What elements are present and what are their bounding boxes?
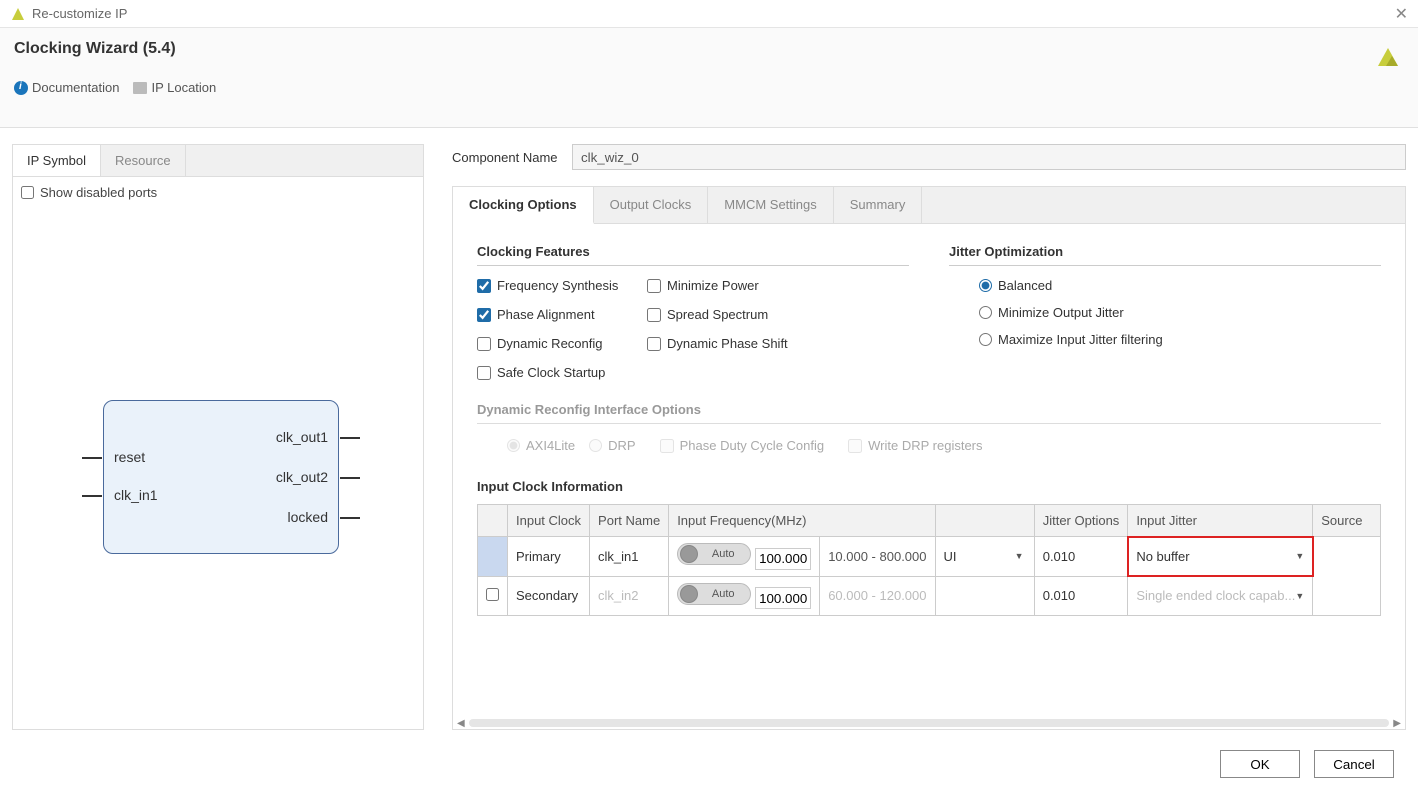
folder-icon: [133, 82, 147, 94]
safe-clock-startup-checkbox[interactable]: Safe Clock Startup: [477, 365, 637, 380]
cancel-button[interactable]: Cancel: [1314, 750, 1394, 778]
auto-toggle-primary[interactable]: Auto: [677, 543, 751, 565]
th-jitter-options: Jitter Options: [1034, 505, 1128, 537]
jitter-optimization-title: Jitter Optimization: [949, 244, 1381, 266]
ip-symbol-diagram: reset clk_in1 clk_out1 clk_out2 locked: [21, 200, 415, 680]
table-row-secondary: Secondary clk_in2 Auto 60.000 - 120.000 …: [478, 576, 1381, 616]
th-port-name: Port Name: [590, 505, 669, 537]
component-name-input[interactable]: [572, 144, 1406, 170]
th-input-clock: Input Clock: [508, 505, 590, 537]
header: Clocking Wizard (5.4) Documentation IP L…: [0, 28, 1418, 128]
port-clk-in1: clk_in1: [114, 487, 158, 503]
ok-button[interactable]: OK: [1220, 750, 1300, 778]
tab-clocking-options[interactable]: Clocking Options: [453, 187, 594, 224]
input-jitter-primary[interactable]: 0.010: [1034, 537, 1128, 577]
port-name-secondary: clk_in2: [590, 576, 669, 616]
horizontal-scrollbar[interactable]: ◀ ▶: [453, 717, 1405, 729]
th-input-freq: Input Frequency(MHz): [669, 505, 935, 537]
phase-duty-checkbox: Phase Duty Cycle Config: [660, 438, 825, 453]
dynamic-reconfig-checkbox[interactable]: Dynamic Reconfig: [477, 336, 637, 351]
min-power-checkbox[interactable]: Minimize Power: [647, 278, 827, 293]
tab-resource[interactable]: Resource: [101, 145, 186, 176]
scroll-left-icon[interactable]: ◀: [457, 718, 465, 729]
th-source: Source: [1313, 505, 1381, 537]
component-name-label: Component Name: [452, 150, 572, 165]
dyn-reconfig-title: Dynamic Reconfig Interface Options: [477, 402, 1381, 424]
jitter-options-primary[interactable]: UI▼: [935, 537, 1034, 577]
scroll-right-icon[interactable]: ▶: [1393, 718, 1401, 729]
freq-range-secondary: 60.000 - 120.000: [820, 576, 935, 616]
input-clock-info-title: Input Clock Information: [477, 479, 1381, 494]
titlebar: Re-customize IP ✕: [0, 0, 1418, 28]
axi4lite-radio: AXI4Lite: [507, 438, 575, 453]
min-output-jitter-radio[interactable]: Minimize Output Jitter: [979, 305, 1381, 320]
chevron-down-icon: ▼: [1015, 551, 1024, 561]
phase-alignment-checkbox[interactable]: Phase Alignment: [477, 307, 637, 322]
port-locked: locked: [288, 509, 328, 525]
show-disabled-ports-checkbox[interactable]: Show disabled ports: [21, 185, 415, 200]
port-clk-out2: clk_out2: [276, 469, 328, 485]
th-input-jitter: Input Jitter: [1128, 505, 1313, 537]
freq-input-primary[interactable]: [755, 548, 811, 570]
source-primary[interactable]: No buffer▼: [1128, 537, 1313, 577]
ip-block: reset clk_in1 clk_out1 clk_out2 locked: [103, 400, 339, 554]
tab-ip-symbol[interactable]: IP Symbol: [13, 145, 101, 176]
write-drp-checkbox: Write DRP registers: [848, 438, 982, 453]
app-icon: [10, 6, 26, 22]
drp-radio: DRP: [589, 438, 635, 453]
table-row-primary: Primary clk_in1 Auto 10.000 - 800.000 UI…: [478, 537, 1381, 577]
ip-location-link[interactable]: IP Location: [133, 80, 216, 95]
input-clock-table: Input Clock Port Name Input Frequency(MH…: [477, 504, 1381, 616]
clocking-features-title: Clocking Features: [477, 244, 909, 266]
page-title: Clocking Wizard (5.4): [14, 40, 1404, 58]
chevron-down-icon: ▼: [1295, 551, 1304, 561]
port-clk-out1: clk_out1: [276, 429, 328, 445]
input-jitter-secondary: 0.010: [1034, 576, 1128, 616]
close-icon[interactable]: ✕: [1395, 4, 1408, 24]
max-input-filter-radio[interactable]: Maximize Input Jitter filtering: [979, 332, 1381, 347]
chevron-down-icon: ▼: [1295, 591, 1304, 601]
freq-range-primary: 10.000 - 800.000: [820, 537, 935, 577]
freq-input-secondary: [755, 587, 811, 609]
info-icon: [14, 81, 28, 95]
balanced-radio[interactable]: Balanced: [979, 278, 1381, 293]
tab-summary[interactable]: Summary: [834, 187, 923, 223]
left-panel: IP Symbol Resource Show disabled ports r…: [12, 144, 424, 730]
window-title: Re-customize IP: [32, 6, 1395, 21]
port-reset: reset: [114, 449, 145, 465]
secondary-enable-checkbox[interactable]: [486, 588, 499, 601]
xilinx-logo-icon: [1374, 42, 1402, 70]
dynamic-phase-shift-checkbox[interactable]: Dynamic Phase Shift: [647, 336, 827, 351]
spread-spectrum-checkbox[interactable]: Spread Spectrum: [647, 307, 827, 322]
auto-toggle-secondary: Auto: [677, 583, 751, 605]
source-secondary: Single ended clock capab...▼: [1128, 576, 1313, 616]
port-name-primary[interactable]: clk_in1: [590, 537, 669, 577]
tab-mmcm-settings[interactable]: MMCM Settings: [708, 187, 833, 223]
freq-synthesis-checkbox[interactable]: Frequency Synthesis: [477, 278, 637, 293]
tab-output-clocks[interactable]: Output Clocks: [594, 187, 709, 223]
documentation-link[interactable]: Documentation: [14, 80, 119, 95]
